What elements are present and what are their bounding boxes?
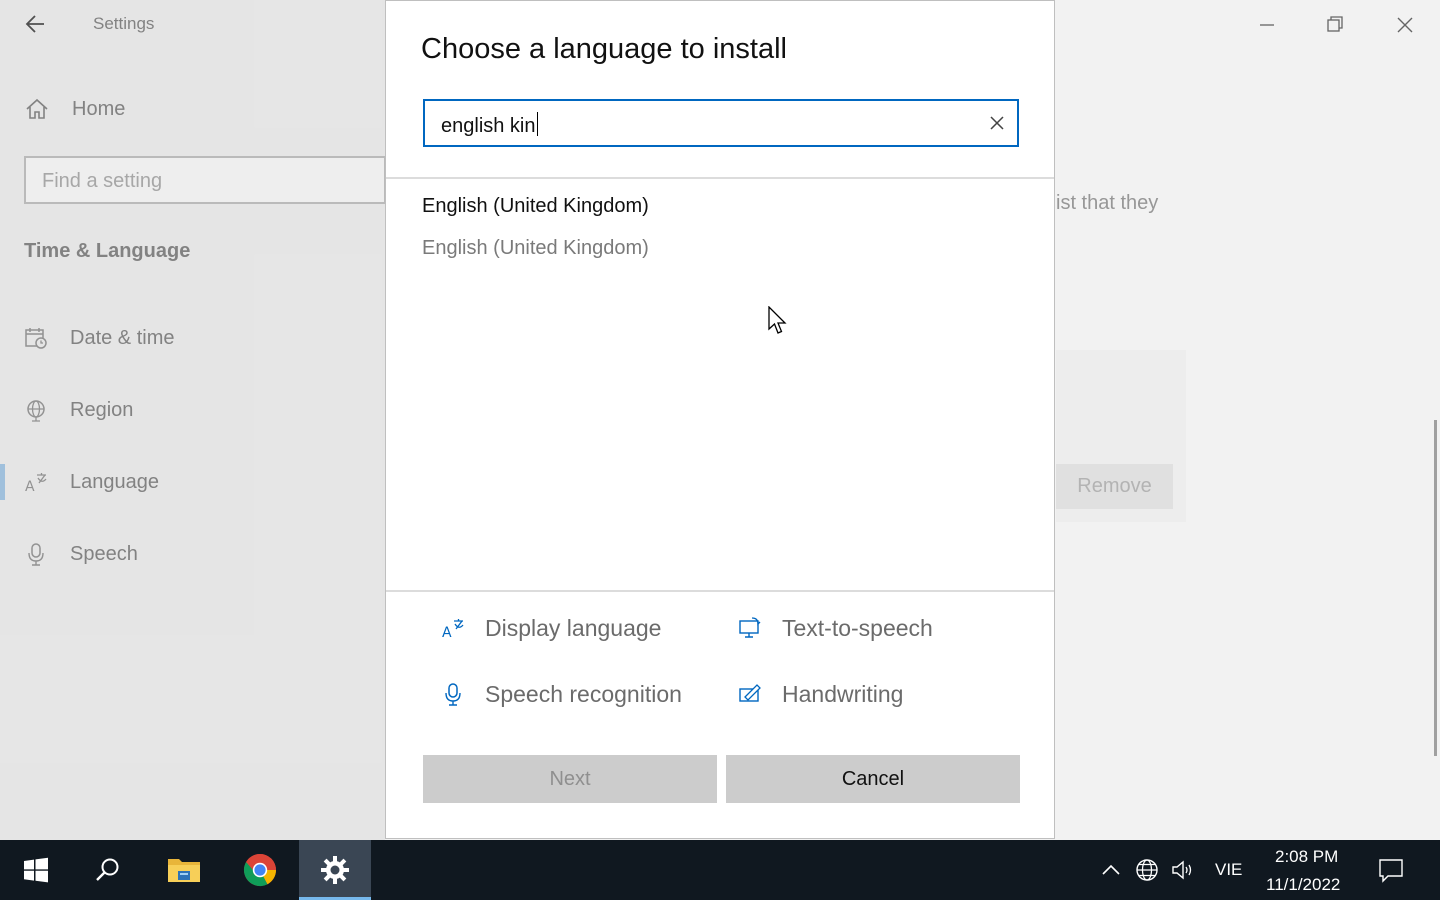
- feature-label: Display language: [485, 614, 662, 641]
- feature-label: Text-to-speech: [782, 614, 933, 641]
- divider: [386, 590, 1054, 592]
- start-icon: [24, 857, 48, 883]
- file-explorer-button[interactable]: [148, 840, 220, 900]
- feature-handwriting: Handwriting: [738, 677, 903, 711]
- minimize-icon[interactable]: [1252, 10, 1282, 40]
- chrome-icon: [243, 853, 277, 887]
- search-input-value: english kin: [441, 115, 536, 137]
- taskbar-search-button[interactable]: [72, 840, 144, 900]
- chrome-button[interactable]: [224, 840, 296, 900]
- section-title: Time & Language: [24, 240, 191, 262]
- network-globe-icon[interactable]: [1135, 858, 1159, 882]
- settings-taskbar-button[interactable]: [299, 840, 371, 900]
- handwriting-icon: [739, 684, 761, 702]
- home-icon: [26, 98, 48, 119]
- volume-icon[interactable]: [1171, 858, 1195, 882]
- sidebar-item-label: Date & time: [70, 326, 175, 349]
- scrollbar[interactable]: [1434, 420, 1437, 756]
- settings-sidebar: Settings Home Find a setting Time & Lang…: [0, 0, 386, 840]
- start-button[interactable]: [0, 840, 72, 900]
- action-center-icon[interactable]: [1378, 857, 1404, 883]
- home-nav-item[interactable]: Home: [24, 94, 125, 124]
- svg-text:A: A: [442, 625, 452, 640]
- language-result-native-name: English (United Kingdom): [422, 237, 649, 259]
- sidebar-item-language[interactable]: A Language: [0, 460, 385, 504]
- selection-indicator: [0, 464, 5, 500]
- clock-date[interactable]: 11/1/2022: [1266, 875, 1340, 895]
- chevron-up-icon[interactable]: [1099, 858, 1123, 882]
- mouse-pointer-icon: [768, 306, 787, 334]
- divider: [386, 177, 1054, 179]
- back-arrow-icon[interactable]: [22, 10, 50, 38]
- language-search-input[interactable]: english kin: [423, 99, 1019, 147]
- language-result-item[interactable]: English (United Kingdom) English (United…: [422, 195, 649, 260]
- text-caret: [536, 112, 539, 136]
- globe-icon: [27, 400, 45, 422]
- input-language-indicator[interactable]: VIE: [1215, 860, 1242, 880]
- feature-label: Handwriting: [782, 680, 904, 707]
- calendar-clock-icon: [25, 328, 47, 349]
- text-to-speech-icon: [739, 617, 761, 638]
- clock-time[interactable]: 2:08 PM: [1275, 847, 1338, 867]
- app-title: Settings: [93, 14, 155, 33]
- sidebar-item-label: Region: [70, 398, 134, 421]
- microphone-icon: [28, 543, 44, 566]
- background-description-text: ist that they: [1056, 192, 1159, 214]
- feature-text-to-speech: Text-to-speech: [738, 611, 933, 645]
- sidebar-item-region[interactable]: Region: [0, 388, 385, 432]
- feature-speech-recognition: Speech recognition: [441, 677, 682, 711]
- close-icon[interactable]: [1390, 10, 1420, 40]
- cancel-button[interactable]: Cancel: [726, 755, 1020, 803]
- display-language-icon: A: [442, 619, 464, 640]
- language-icon: A: [25, 473, 47, 494]
- feature-label: Speech recognition: [485, 680, 682, 707]
- microphone-icon: [445, 683, 461, 706]
- remove-button[interactable]: Remove: [1056, 464, 1173, 509]
- sidebar-item-speech[interactable]: Speech: [0, 532, 385, 576]
- feature-display-language: A Display language: [441, 611, 661, 645]
- search-icon: [96, 858, 119, 881]
- choose-language-dialog: Choose a language to install english kin…: [385, 0, 1055, 839]
- find-setting-input[interactable]: Find a setting: [24, 156, 386, 204]
- next-button[interactable]: Next: [423, 755, 717, 803]
- restore-icon[interactable]: [1320, 10, 1350, 40]
- taskbar: VIE 2:08 PM 11/1/2022: [0, 840, 1440, 900]
- svg-text:A: A: [25, 479, 35, 494]
- settings-icon: [321, 856, 349, 884]
- sidebar-item-date-time[interactable]: Date & time: [0, 316, 385, 360]
- dialog-title: Choose a language to install: [421, 33, 787, 65]
- sidebar-item-label: Speech: [70, 542, 138, 565]
- clear-search-icon[interactable]: [987, 113, 1007, 133]
- sidebar-item-label: Language: [70, 470, 159, 493]
- home-label: Home: [72, 97, 126, 120]
- file-explorer-icon: [168, 859, 200, 882]
- language-result-name: English (United Kingdom): [422, 195, 649, 217]
- find-setting-placeholder: Find a setting: [42, 170, 163, 192]
